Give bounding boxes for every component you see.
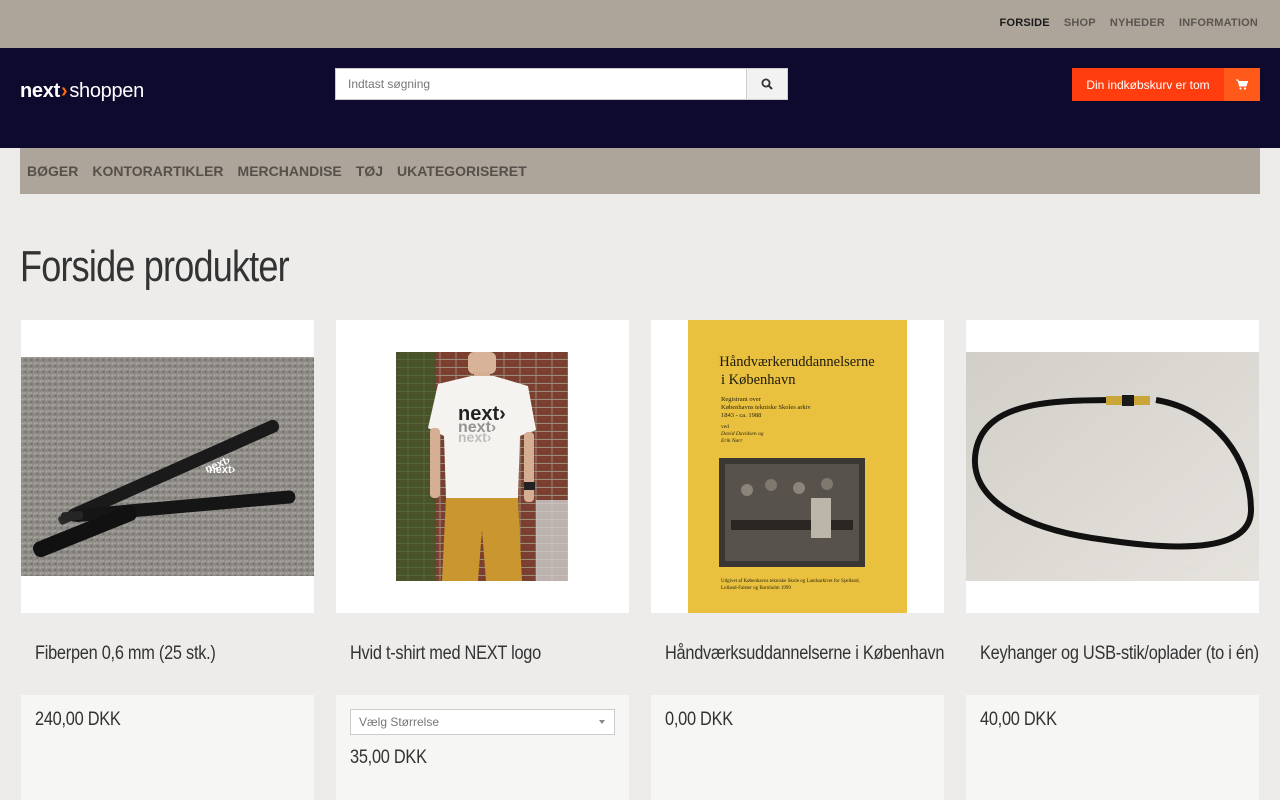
- topnav-forside[interactable]: FORSIDE: [1000, 17, 1050, 29]
- cart-icon: [1236, 79, 1248, 90]
- page-title: Forside produkter: [20, 242, 290, 291]
- product-price: 40,00 DKK: [980, 709, 1057, 730]
- logo-next-text: next: [20, 80, 60, 102]
- site-header: next›shoppen Din indkøbskurv er tom: [0, 48, 1280, 148]
- logo-chevron: ›: [60, 80, 68, 102]
- product-name[interactable]: Hvid t-shirt med NEXT logo: [336, 613, 629, 695]
- product-price-box: 240,00 DKK: [21, 695, 314, 800]
- main-content: BØGER KONTORARTIKLER MERCHANDISE TØJ UKA…: [10, 148, 1270, 800]
- top-bar: FORSIDE SHOP NYHEDER INFORMATION: [0, 0, 1280, 48]
- book-sub-3: 1843 - ca. 1988: [721, 412, 761, 419]
- cart-icon-box: [1224, 68, 1260, 101]
- topnav-shop[interactable]: SHOP: [1064, 17, 1096, 29]
- book-foot-2: Lolland-Falster og Bornholm 1999: [721, 586, 791, 591]
- product-price: 35,00 DKK: [350, 747, 427, 768]
- logo-shop-text: shoppen: [69, 80, 144, 102]
- category-ukategoriseret[interactable]: UKATEGORISERET: [397, 163, 527, 179]
- product-name[interactable]: Fiberpen 0,6 mm (25 stk.): [21, 613, 314, 695]
- category-kontorartikler[interactable]: KONTORARTIKLER: [92, 163, 223, 179]
- book-by: ved: [721, 424, 729, 430]
- search-bar: [335, 68, 788, 100]
- product-price-box: 40,00 DKK: [966, 695, 1259, 800]
- chevron-down-icon: [599, 720, 605, 724]
- pen-logo-2: next›: [209, 464, 236, 476]
- topnav-nyheder[interactable]: NYHEDER: [1110, 17, 1165, 29]
- shirt-logo-echo-2: next›: [458, 429, 492, 445]
- product-image-book[interactable]: Håndværkeruddannelserne i København Regi…: [651, 320, 944, 613]
- site-logo[interactable]: next › shoppen: [20, 80, 144, 103]
- product-name[interactable]: Keyhanger og USB-stik/oplader (to i én): [966, 613, 1259, 695]
- book-sub-2: Københavns tekniske Skoles arkiv: [721, 404, 811, 411]
- product-card: next› Keyhanger og USB-stik/oplader (to …: [966, 320, 1259, 800]
- book-foot-1: Udgivet af Københavns tekniske Skole og …: [721, 579, 860, 584]
- top-nav: FORSIDE SHOP NYHEDER INFORMATION: [1000, 17, 1258, 29]
- product-image-lanyard[interactable]: next›: [966, 320, 1259, 613]
- book-author-2: Erik Nørr: [720, 438, 743, 444]
- size-select-value: Vælg Størrelse: [359, 715, 440, 729]
- cart-button[interactable]: Din indkøbskurv er tom: [1072, 68, 1260, 101]
- search-button[interactable]: [746, 68, 788, 100]
- size-select[interactable]: Vælg Størrelse: [350, 709, 615, 735]
- category-merchandise[interactable]: MERCHANDISE: [238, 163, 342, 179]
- pens-photo: next› next›: [21, 357, 314, 576]
- product-image-tshirt[interactable]: next› next› next›: [336, 320, 629, 613]
- product-name[interactable]: Håndværksuddannelserne i København: [651, 613, 944, 695]
- tshirt-photo: next› next› next›: [396, 352, 568, 581]
- product-price-box: Vælg Størrelse 35,00 DKK: [336, 695, 629, 800]
- product-card: next› next› next› Hvid t-shirt med NEXT …: [336, 320, 629, 800]
- category-boger[interactable]: BØGER: [27, 163, 78, 179]
- lanyard-photo: next›: [966, 352, 1259, 581]
- product-price: 240,00 DKK: [35, 709, 121, 730]
- search-input[interactable]: [335, 68, 746, 100]
- book-sub-1: Registrant over: [721, 396, 762, 403]
- product-card: Håndværkeruddannelserne i København Regi…: [651, 320, 944, 800]
- book-title-1: Håndværkeruddannelserne: [719, 354, 874, 370]
- product-image-pens[interactable]: next› next›: [21, 320, 314, 613]
- category-nav: BØGER KONTORARTIKLER MERCHANDISE TØJ UKA…: [20, 148, 1260, 194]
- category-toj[interactable]: TØJ: [356, 163, 383, 179]
- cart-label: Din indkøbskurv er tom: [1072, 68, 1224, 101]
- book-author-1: David Davidsen og: [720, 431, 764, 437]
- book-title-2: i København: [721, 372, 796, 388]
- topnav-information[interactable]: INFORMATION: [1179, 17, 1258, 29]
- search-icon: [761, 78, 773, 90]
- product-card: next› next› Fiberpen 0,6 mm (25 stk.) 24…: [21, 320, 314, 800]
- book-cover: Håndværkeruddannelserne i København Regi…: [688, 320, 907, 613]
- product-price-box: 0,00 DKK: [651, 695, 944, 800]
- product-price: 0,00 DKK: [665, 709, 733, 730]
